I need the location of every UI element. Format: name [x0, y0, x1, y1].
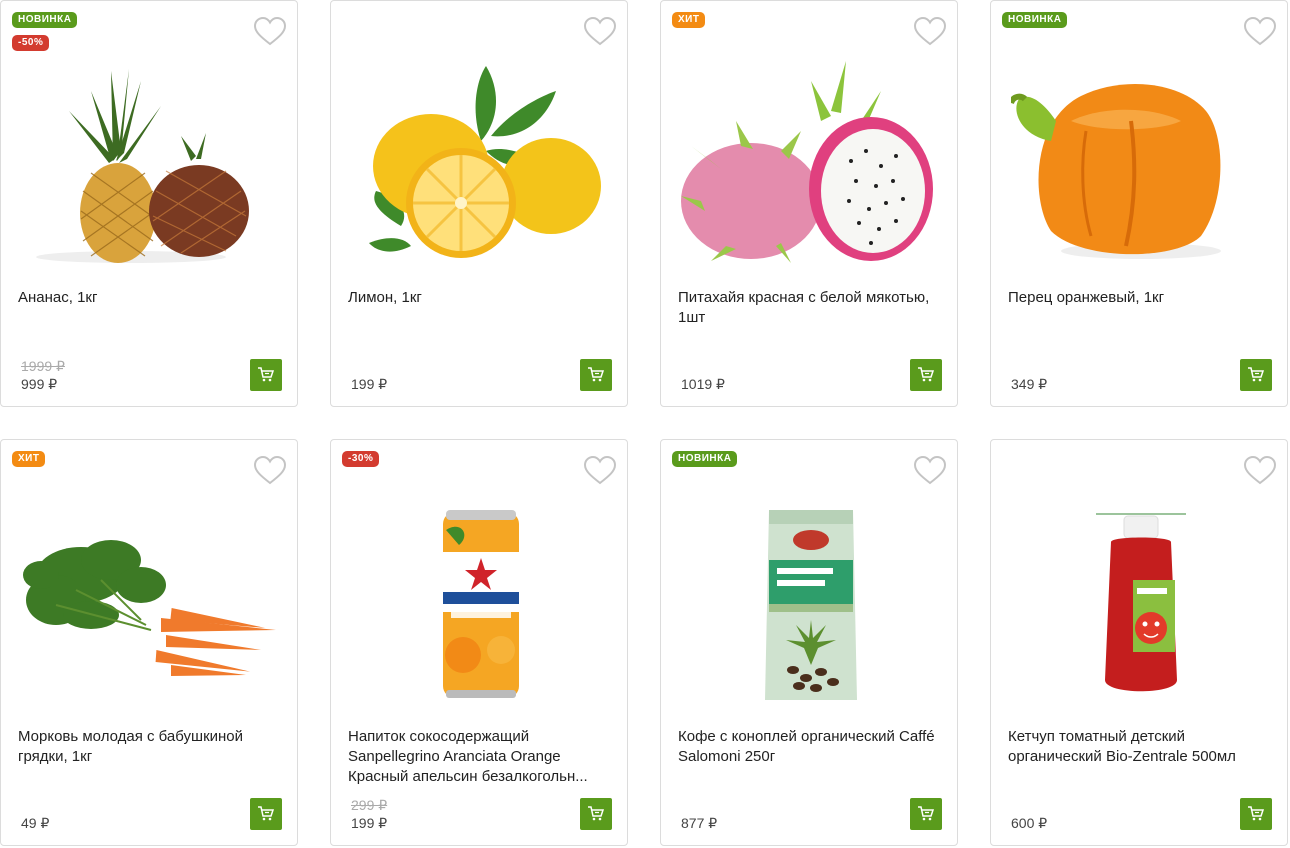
add-to-cart-button[interactable]: [250, 359, 282, 391]
badge-new: НОВИНКА: [672, 451, 738, 467]
badge-new: НОВИНКА: [12, 12, 78, 28]
cart-icon: [918, 806, 935, 821]
add-to-cart-button[interactable]: [910, 798, 942, 830]
product-card[interactable]: ХИТ: [660, 0, 958, 407]
add-to-cart-button[interactable]: [580, 798, 612, 830]
product-title[interactable]: Лимон, 1кг: [348, 288, 610, 308]
product-image-pitahaya[interactable]: [681, 51, 939, 271]
product-title[interactable]: Ананас, 1кг: [18, 288, 280, 308]
favorite-heart-icon[interactable]: [913, 16, 947, 48]
product-title[interactable]: Кетчуп томатный детский органический Bio…: [1008, 727, 1270, 767]
product-title[interactable]: Питахайя красная с белой мякотью, 1шт: [678, 288, 940, 328]
badge-hit: ХИТ: [672, 12, 706, 28]
cart-icon: [588, 367, 605, 382]
add-to-cart-button[interactable]: [1240, 359, 1272, 391]
favorite-heart-icon[interactable]: [583, 16, 617, 48]
price: 877 ₽: [681, 815, 718, 831]
badge-group: НОВИНКА: [672, 451, 738, 467]
product-card[interactable]: Кетчуп томатный детский органический Bio…: [990, 439, 1288, 846]
product-title[interactable]: Перец оранжевый, 1кг: [1008, 288, 1270, 308]
product-card[interactable]: Лимон, 1кг 199 ₽: [330, 0, 628, 407]
favorite-heart-icon[interactable]: [253, 455, 287, 487]
badge-group: ХИТ: [672, 12, 706, 28]
add-to-cart-button[interactable]: [250, 798, 282, 830]
badge-discount: -30%: [342, 451, 380, 467]
price: 600 ₽: [1011, 815, 1048, 831]
product-image-lemon[interactable]: [351, 51, 609, 271]
product-card[interactable]: ХИТ: [0, 439, 298, 846]
cart-icon: [1248, 367, 1265, 382]
price: 49 ₽: [21, 815, 50, 831]
badge-group: -30%: [342, 451, 380, 467]
product-image-pineapple[interactable]: [21, 51, 279, 271]
product-card[interactable]: -30% Напиток сокосодержащий Sanpellegrin…: [330, 439, 628, 846]
product-image-sanpellegrino-can[interactable]: [351, 490, 609, 710]
favorite-heart-icon[interactable]: [1243, 455, 1277, 487]
price: 199 ₽: [351, 815, 388, 831]
cart-icon: [258, 806, 275, 821]
product-card[interactable]: НОВИНКА -50% Ананас, 1кг 1999 ₽ 999 ₽: [0, 0, 298, 407]
product-card[interactable]: НОВИНКА Перец оранжевый, 1кг 349 ₽: [990, 0, 1288, 407]
price: 199 ₽: [351, 376, 388, 392]
add-to-cart-button[interactable]: [1240, 798, 1272, 830]
badge-group: НОВИНКА: [1002, 12, 1068, 28]
product-card[interactable]: НОВИНКА Кофе с коноплей органический Caf…: [660, 439, 958, 846]
favorite-heart-icon[interactable]: [1243, 16, 1277, 48]
badge-group: НОВИНКА -50%: [12, 12, 78, 51]
favorite-heart-icon[interactable]: [913, 455, 947, 487]
old-price: 1999 ₽: [21, 358, 65, 374]
product-image-orange-pepper[interactable]: [1011, 51, 1269, 271]
price: 999 ₽: [21, 376, 58, 392]
product-title[interactable]: Напиток сокосодержащий Sanpellegrino Ara…: [348, 727, 610, 787]
old-price: 299 ₽: [351, 797, 388, 813]
product-image-coffee-pack[interactable]: [681, 490, 939, 710]
product-image-carrot[interactable]: [21, 490, 279, 710]
cart-icon: [258, 367, 275, 382]
product-image-ketchup-bottle[interactable]: [1011, 490, 1269, 710]
product-title[interactable]: Кофе с коноплей органический Caffé Salom…: [678, 727, 940, 767]
favorite-heart-icon[interactable]: [253, 16, 287, 48]
price: 349 ₽: [1011, 376, 1048, 392]
cart-icon: [588, 806, 605, 821]
favorite-heart-icon[interactable]: [583, 455, 617, 487]
product-grid: НОВИНКА -50% Ананас, 1кг 1999 ₽ 999 ₽ Ли…: [0, 0, 1290, 848]
add-to-cart-button[interactable]: [580, 359, 612, 391]
price: 1019 ₽: [681, 376, 725, 392]
badge-group: ХИТ: [12, 451, 46, 467]
cart-icon: [1248, 806, 1265, 821]
add-to-cart-button[interactable]: [910, 359, 942, 391]
product-title[interactable]: Морковь молодая с бабушкиной грядки, 1кг: [18, 727, 280, 767]
badge-discount: -50%: [12, 35, 50, 51]
badge-hit: ХИТ: [12, 451, 46, 467]
cart-icon: [918, 367, 935, 382]
badge-new: НОВИНКА: [1002, 12, 1068, 28]
